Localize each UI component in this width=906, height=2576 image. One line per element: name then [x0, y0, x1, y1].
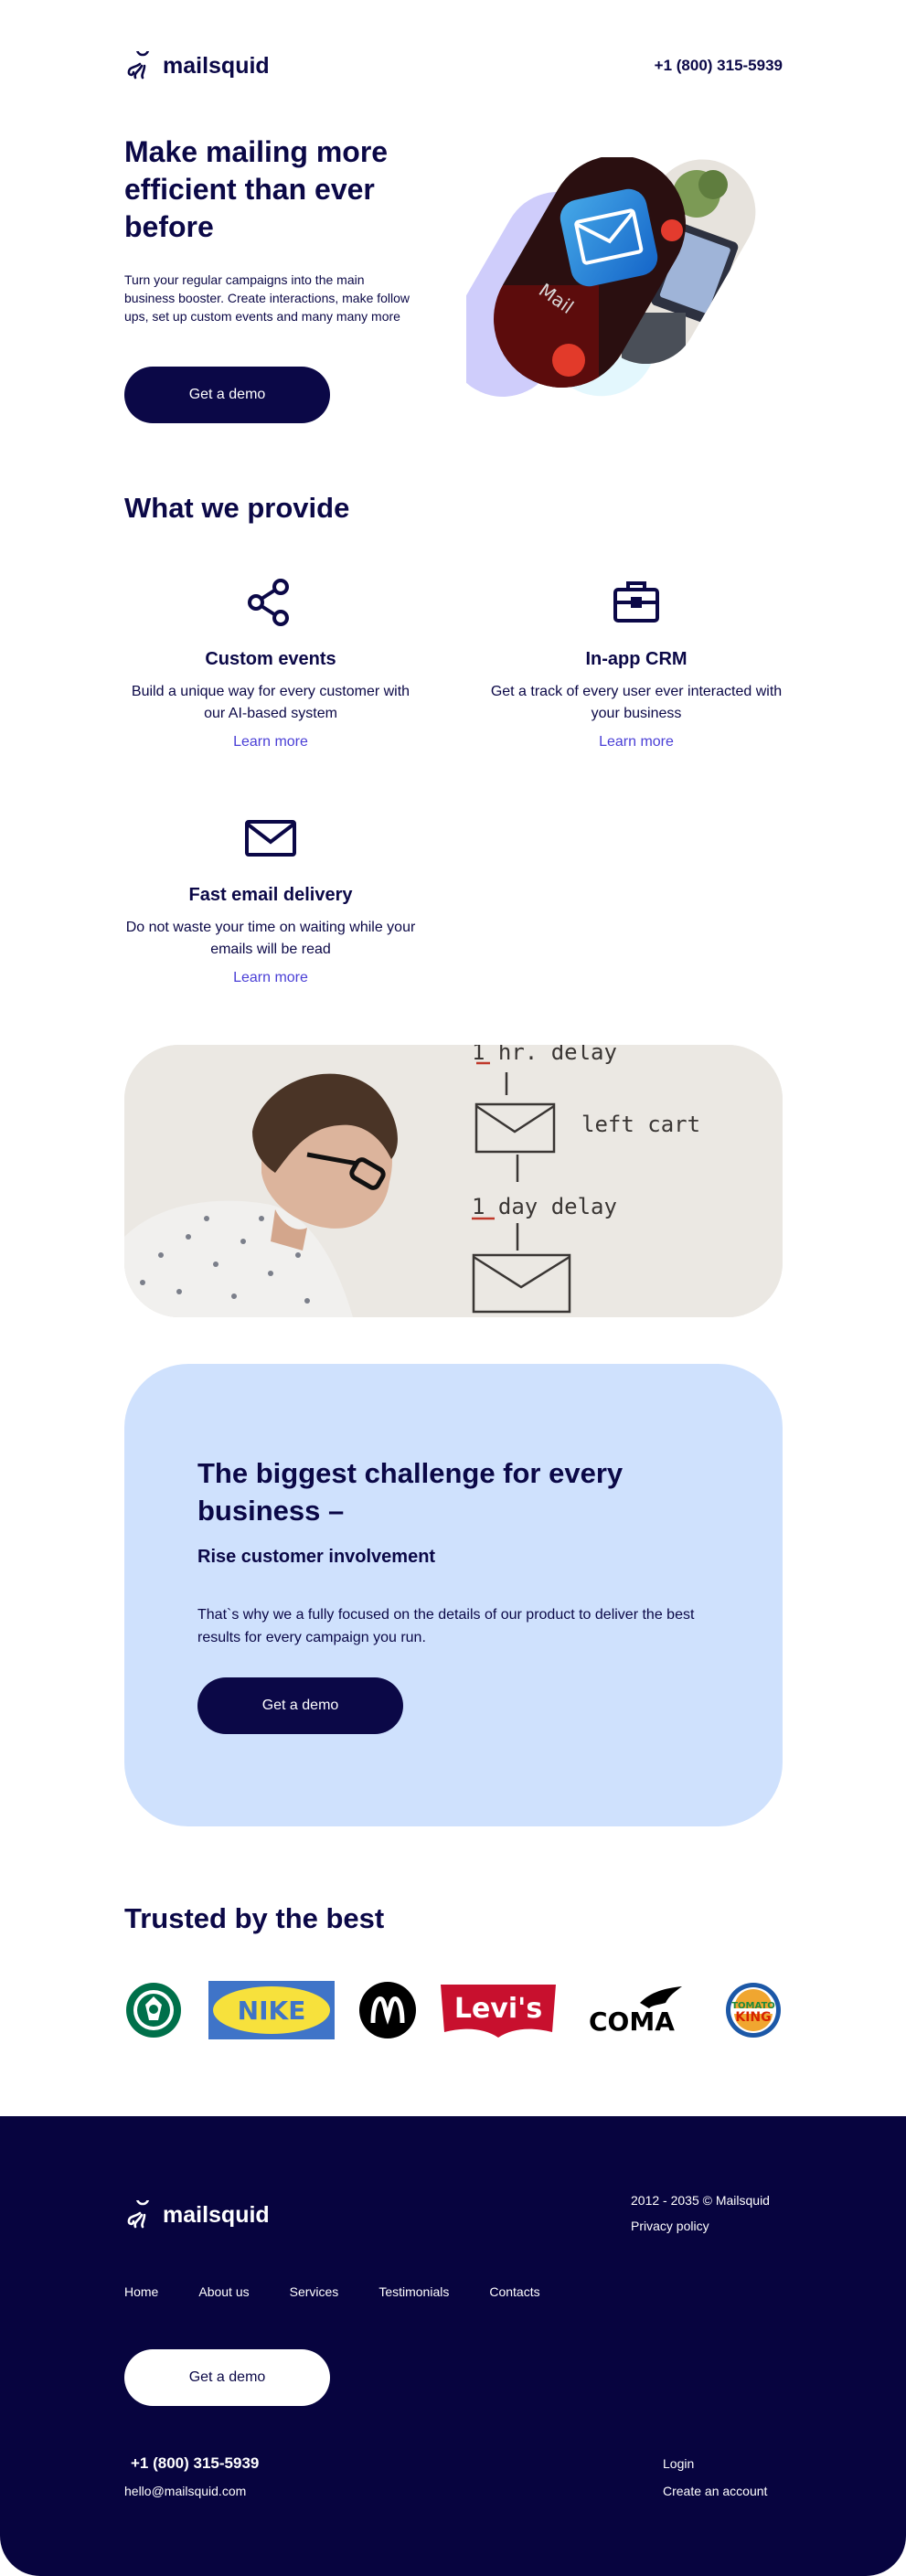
burger-king-logo: TOMATO KING	[724, 1977, 783, 2043]
footer-phone[interactable]: +1 (800) 315-5939	[131, 2454, 259, 2473]
footer-nav-testimonials[interactable]: Testimonials	[378, 2284, 449, 2299]
footer-nav: Home About us Services Testimonials Cont…	[124, 2284, 540, 2299]
challenge-title: The biggest challenge for every business…	[197, 1457, 624, 1527]
hero-title: Make mailing more efficient than ever be…	[124, 135, 389, 243]
footer-copyright: 2012 - 2035 © Mailsquid	[631, 2193, 770, 2208]
brand-logo[interactable]: mailsquid	[124, 51, 270, 80]
feature-title: In-app CRM	[585, 649, 687, 669]
hero-get-demo-button[interactable]: Get a demo	[124, 367, 330, 423]
levis-logo: Levi's	[439, 1977, 558, 2043]
mail-app-icon	[560, 188, 658, 287]
feature-text: Get a track of every user ever interacte…	[490, 684, 783, 721]
whiteboard-text-3: 1 day delay	[472, 1194, 617, 1219]
challenge-get-demo-button[interactable]: Get a demo	[197, 1677, 403, 1734]
starbucks-logo	[124, 1977, 183, 2043]
squid-icon	[127, 2200, 150, 2229]
trusted-title: Trusted by the best	[124, 1902, 385, 1934]
whiteboard-photo: 1 hr. delay left cart 1 day delay	[124, 1045, 783, 1317]
header: mailsquid +1 (800) 315-5939	[124, 49, 783, 82]
hero-illustration: Mail	[448, 139, 795, 413]
feature-learn-more-link[interactable]: Learn more	[490, 734, 783, 750]
footer-brand-logo[interactable]: mailsquid	[124, 2200, 270, 2230]
feature-title: Fast email delivery	[188, 885, 353, 905]
brand-name: mailsquid	[163, 52, 270, 79]
footer: mailsquid 2012 - 2035 © Mailsquid Privac…	[0, 2116, 906, 2576]
hero-text: Turn your regular campaigns into the mai…	[124, 272, 410, 324]
brand-logos: NIKE Levi's COMA TOMATO KING	[124, 1977, 783, 2043]
challenge-text: That`s why we a fully focused on the det…	[197, 1607, 695, 1645]
footer-create-account-link[interactable]: Create an account	[663, 2484, 767, 2498]
nike-logo: NIKE	[207, 1977, 336, 2043]
feature-in-app-crm: In-app CRM Get a track of every user eve…	[490, 574, 783, 750]
briefcase-icon	[613, 581, 659, 623]
feature-custom-events: Custom events Build a unique way for eve…	[124, 574, 417, 750]
footer-email-link[interactable]: hello@mailsquid.com	[124, 2484, 246, 2498]
footer-nav-services[interactable]: Services	[290, 2284, 339, 2299]
whiteboard-text-1: 1 hr. delay	[472, 1045, 617, 1065]
header-phone[interactable]: +1 (800) 315-5939	[655, 57, 783, 75]
footer-login-link[interactable]: Login	[663, 2456, 694, 2471]
feature-text: Build a unique way for every customer wi…	[131, 684, 410, 721]
squid-icon	[127, 51, 150, 80]
feature-fast-email-delivery: Fast email delivery Do not waste your ti…	[124, 810, 417, 986]
levis-logo-text: Levi's	[454, 1993, 542, 2025]
burger-king-king-text: KING	[735, 2010, 771, 2025]
envelope-icon	[245, 820, 296, 857]
puma-logo: COMA	[587, 1977, 687, 2043]
challenge-card: The biggest challenge for every business…	[124, 1364, 783, 1826]
feature-learn-more-link[interactable]: Learn more	[124, 734, 417, 750]
feature-learn-more-link[interactable]: Learn more	[124, 970, 417, 986]
mcdonalds-logo	[358, 1977, 417, 2043]
feature-title: Custom events	[205, 649, 336, 669]
footer-nav-about[interactable]: About us	[198, 2284, 249, 2299]
challenge-subtitle: Rise customer involvement	[197, 1547, 436, 1567]
footer-privacy-link[interactable]: Privacy policy	[631, 2219, 709, 2233]
share-nodes-icon	[248, 579, 289, 626]
footer-get-demo-button[interactable]: Get a demo	[124, 2349, 330, 2406]
footer-nav-contacts[interactable]: Contacts	[489, 2284, 539, 2299]
nike-logo-text: NIKE	[238, 1996, 306, 2026]
feature-text: Do not waste your time on waiting while …	[125, 920, 416, 957]
provide-title: What we provide	[124, 492, 350, 524]
footer-brand-name: mailsquid	[163, 2201, 270, 2228]
footer-nav-home[interactable]: Home	[124, 2284, 158, 2299]
puma-logo-text: COMA	[589, 2007, 675, 2037]
whiteboard-text-2: left cart	[581, 1112, 700, 1137]
